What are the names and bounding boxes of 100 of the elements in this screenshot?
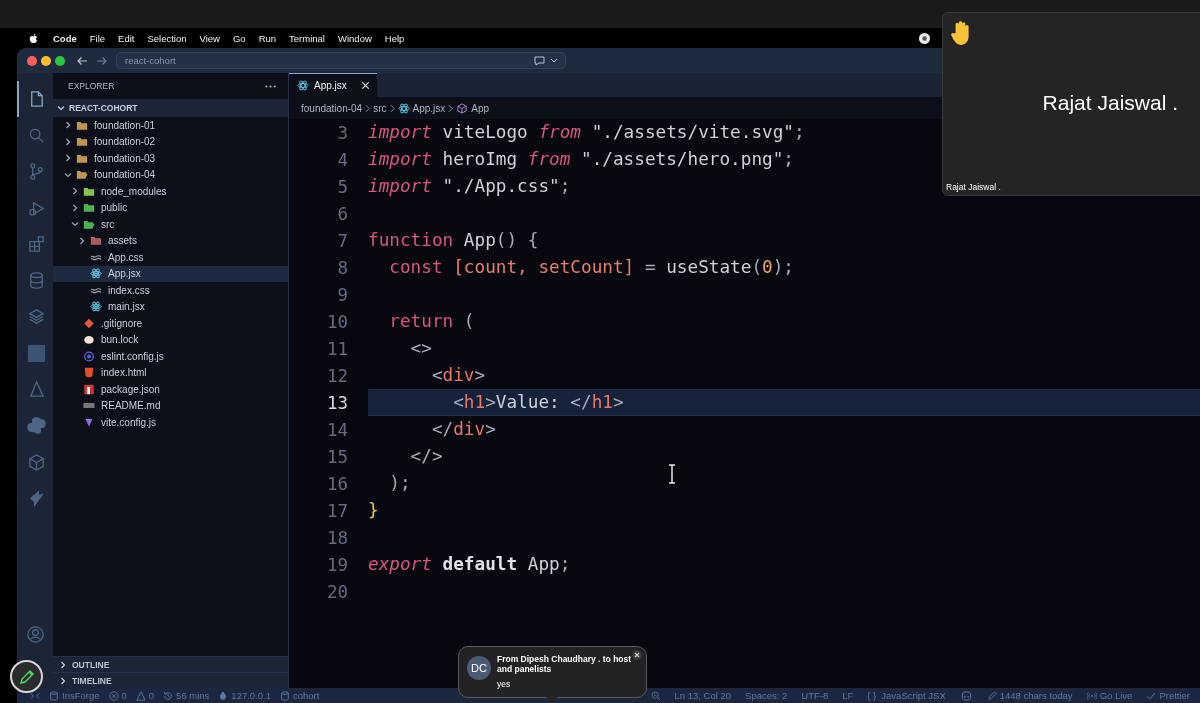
status-item[interactable]: Spaces: 2: [745, 690, 788, 701]
folder-tree-item[interactable]: foundation-04: [53, 166, 288, 183]
line-number: 19: [325, 554, 348, 575]
line-number: 4: [336, 149, 348, 170]
menu-item[interactable]: Edit: [118, 32, 135, 44]
file-tree-item[interactable]: App.css: [53, 249, 288, 266]
panel-header[interactable]: TIMELINE: [53, 672, 288, 688]
chevron-icon: [70, 202, 80, 213]
notification-title: From Dipesh Chaudhary . to host and panelists: [497, 654, 633, 674]
zoom-icon[interactable]: [650, 690, 661, 701]
warning-icon: [135, 690, 146, 701]
menu-item[interactable]: View: [199, 32, 220, 44]
chevron-icon: [58, 675, 68, 686]
notification-message: yes: [497, 679, 512, 689]
status-item[interactable]: 0: [108, 690, 127, 701]
status-item[interactable]: InsForge: [49, 690, 100, 701]
folder-icon: [76, 152, 88, 164]
folder-tree-item[interactable]: assets: [53, 232, 288, 249]
menu-item[interactable]: File: [89, 32, 106, 44]
status-item[interactable]: 127.0.0.1: [218, 690, 271, 701]
folder-icon: [83, 218, 95, 230]
code-line: export default App;: [368, 553, 571, 576]
menu-item[interactable]: Go: [232, 32, 246, 44]
file-tree-item[interactable]: index.css: [53, 282, 288, 299]
folder-tree-item[interactable]: foundation-01: [53, 117, 288, 134]
menu-item[interactable]: Selection: [147, 32, 187, 44]
apple-icon[interactable]: [29, 32, 38, 44]
pencil-icon: [18, 668, 35, 685]
status-item[interactable]: 1448 chars today: [986, 690, 1073, 701]
project-root-header[interactable]: REACT-COHORT: [53, 99, 288, 117]
close-icon[interactable]: [632, 650, 642, 660]
file-tree-item[interactable]: main.jsx: [53, 298, 288, 315]
chat-icon[interactable]: [533, 54, 559, 67]
forward-arrow-icon[interactable]: [96, 55, 108, 66]
folder-tree-item[interactable]: public: [53, 199, 288, 216]
breadcrumb-item[interactable]: App.jsx: [412, 102, 446, 114]
editor-tab[interactable]: App.jsx: [289, 73, 377, 97]
code-line: </div>: [430, 418, 496, 441]
file-tree-item[interactable]: .gitignore: [53, 315, 288, 332]
file-tree-item[interactable]: package.json: [53, 381, 288, 398]
status-item[interactable]: 0: [135, 690, 155, 701]
line-number: 14: [325, 419, 348, 440]
code-line: );: [388, 472, 411, 495]
breadcrumb-item[interactable]: App: [471, 102, 490, 114]
file-tree-item[interactable]: README.md: [53, 397, 288, 414]
chevron-icon: [58, 659, 68, 670]
code-line: </>: [409, 445, 443, 468]
back-arrow-icon[interactable]: [76, 55, 88, 66]
line-number: 10: [325, 311, 348, 332]
react-icon: [90, 301, 102, 313]
box-icon[interactable]: [26, 452, 46, 472]
account-icon[interactable]: [25, 625, 45, 644]
code-line: <>: [409, 337, 432, 360]
npm-icon: [83, 383, 95, 395]
command-center-search[interactable]: react-cohort: [116, 52, 566, 69]
menu-item[interactable]: Run: [258, 32, 277, 44]
folder-tree-item[interactable]: foundation-02: [53, 133, 288, 150]
menu-item[interactable]: Help: [384, 32, 405, 44]
status-item[interactable]: Ln 13, Col 20: [674, 690, 732, 701]
component-symbol-icon: [456, 102, 469, 114]
menu-item[interactable]: Window: [338, 32, 372, 44]
chat-notification[interactable]: DC From Dipesh Chaudhary . to host and panelists yes: [458, 646, 647, 698]
database-icon: [49, 690, 59, 701]
folder-tree-item[interactable]: foundation-03: [53, 150, 288, 167]
status-item[interactable]: UTF-8: [801, 690, 829, 701]
code-line: import viteLogo from "./assets/vite.svg";: [368, 121, 805, 144]
menu-item[interactable]: Terminal: [289, 32, 325, 44]
code-line: import "./App.css";: [368, 175, 571, 198]
file-tree-item[interactable]: index.html: [53, 364, 288, 381]
status-item[interactable]: Go Live: [1086, 690, 1133, 701]
more-actions-icon[interactable]: [265, 84, 276, 88]
file-tree-item[interactable]: vite.config.js: [53, 414, 288, 431]
status-item[interactable]: Prettier: [1146, 690, 1190, 701]
window-controls-icon[interactable]: [26, 55, 68, 66]
panel-header[interactable]: OUTLINE: [53, 656, 288, 672]
file-tree-item[interactable]: eslint.config.js: [53, 348, 288, 365]
file-tree-item[interactable]: App.jsx: [53, 265, 288, 282]
circle-icon: [83, 350, 95, 362]
check-icon: [1146, 690, 1157, 701]
file-tree-item[interactable]: bun.lock: [53, 331, 288, 348]
status-item[interactable]: 56 mins: [163, 690, 210, 701]
layers-icon[interactable]: [26, 307, 46, 327]
python-icon[interactable]: [26, 416, 46, 436]
remote-icon[interactable]: [30, 690, 40, 701]
line-number: 3: [336, 122, 348, 143]
folder-tree-item[interactable]: node_modules: [53, 183, 288, 200]
breadcrumb-item[interactable]: foundation-04: [301, 102, 363, 114]
status-item[interactable]: cohort: [280, 690, 320, 701]
status-item[interactable]: { } JavaScript JSX: [867, 690, 946, 701]
history-icon: [163, 690, 174, 701]
app-menu[interactable]: Code: [53, 32, 77, 44]
react-file-icon: [397, 102, 410, 114]
line-number: 7: [336, 230, 348, 251]
chevron-icon: [63, 120, 73, 131]
breadcrumb-item[interactable]: src: [373, 102, 387, 114]
participant-name: Rajat Jaiswal .: [1042, 91, 1178, 115]
folder-icon: [90, 235, 102, 247]
close-icon[interactable]: [361, 81, 370, 90]
folder-tree-item[interactable]: src: [53, 216, 288, 233]
code-line: }: [368, 499, 379, 522]
